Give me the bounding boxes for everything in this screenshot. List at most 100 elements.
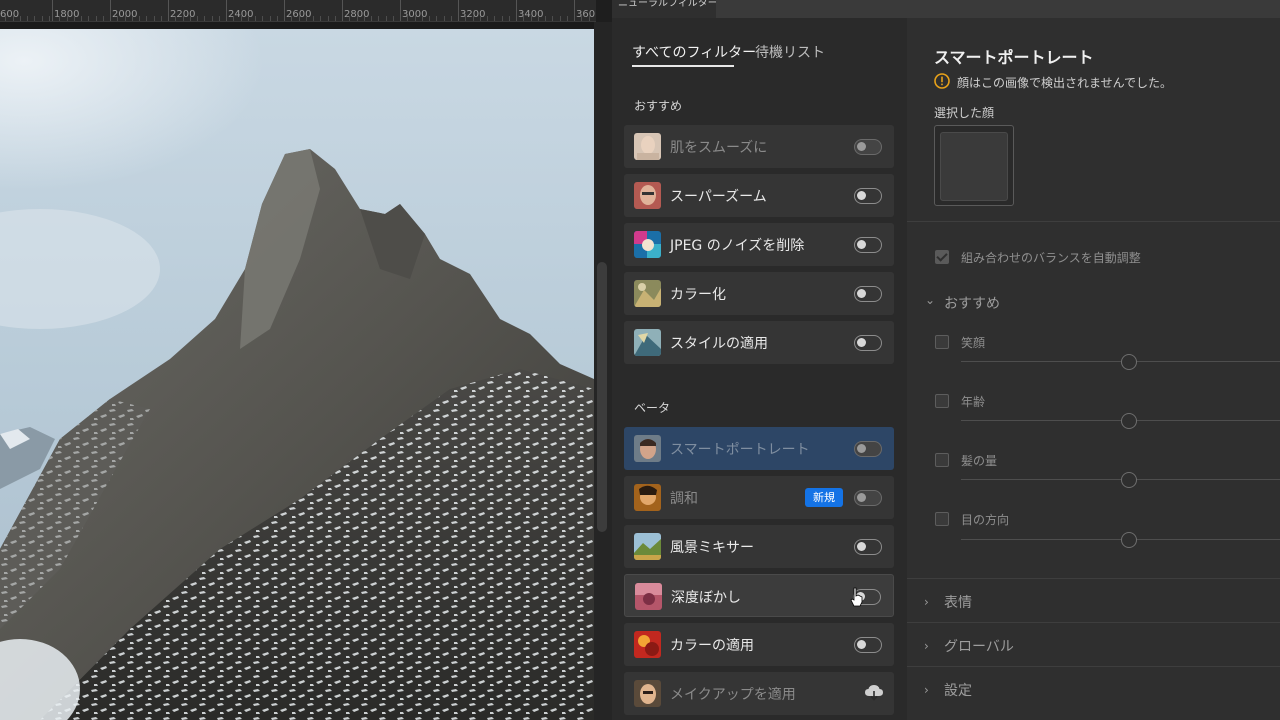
panel-tab-bar: ニューラルフィルター	[612, 0, 1280, 18]
ruler-minor-tick	[530, 16, 532, 21]
ruler-tick	[400, 0, 401, 21]
ruler-minor-tick	[276, 16, 278, 21]
filter-item-depth-blur[interactable]: 深度ぼかし	[624, 574, 894, 617]
filter-item-landscape-mixer[interactable]: 風景ミキサー	[624, 525, 894, 568]
ruler-minor-tick	[349, 16, 351, 21]
skin-smoothing-toggle[interactable]	[854, 139, 882, 155]
ruler-minor-tick	[19, 16, 21, 21]
ruler-minor-tick	[291, 16, 293, 21]
ruler-minor-tick	[66, 16, 68, 21]
filter-item-makeup-transfer[interactable]: メイクアップを適用	[624, 672, 894, 715]
age-slider-knob[interactable]	[1121, 413, 1137, 429]
section-settings[interactable]: › 設定	[907, 666, 1280, 709]
ruler-minor-tick	[487, 16, 488, 21]
selected-face-label: 選択した顔	[934, 106, 995, 120]
tab-all-filters[interactable]: すべてのフィルター	[632, 42, 756, 62]
ruler-minor-tick	[545, 16, 546, 21]
ruler-minor-tick	[334, 16, 336, 21]
face-slot	[940, 132, 1008, 201]
filter-item-skin-smoothing[interactable]: 肌をスムーズに	[624, 125, 894, 168]
scrollbar-thumb[interactable]	[597, 262, 607, 532]
ruler-minor-tick	[5, 16, 7, 21]
ruler-minor-tick	[269, 16, 271, 21]
chevron-down-icon[interactable]: ⌄	[925, 293, 935, 307]
ruler-tick-label: 360	[576, 9, 596, 20]
filter-item-super-zoom[interactable]: スーパーズーム	[624, 174, 894, 217]
eye-direction-checkbox[interactable]	[935, 512, 949, 526]
ruler-minor-tick	[371, 16, 372, 21]
settings-title: スマートポートレート	[934, 48, 1094, 67]
filter-item-harmonization[interactable]: 調和 新規	[624, 476, 894, 519]
skin-smoothing-thumbnail	[634, 133, 661, 160]
ruler-minor-tick	[313, 16, 314, 21]
section-global[interactable]: › グローバル	[907, 622, 1280, 665]
ruler-minor-tick	[356, 16, 358, 21]
horizontal-ruler[interactable]: 600 1800 2000 2200 2400 2600 2800 3000 3200 3400 3…	[0, 0, 596, 22]
filter-label: 深度ぼかし	[671, 590, 741, 606]
section-title: 表情	[944, 595, 972, 611]
smart-portrait-thumbnail	[634, 435, 661, 462]
ruler-minor-tick	[153, 16, 155, 21]
style-transfer-toggle[interactable]	[854, 335, 882, 351]
colorize-toggle[interactable]	[854, 286, 882, 302]
selected-face-box[interactable]	[934, 125, 1014, 206]
ruler-minor-tick	[443, 16, 445, 21]
ruler-minor-tick	[494, 16, 496, 21]
ruler-minor-tick	[407, 16, 409, 21]
ruler-minor-tick	[559, 16, 561, 21]
smile-slider-knob[interactable]	[1121, 354, 1137, 370]
age-label: 年齢	[961, 395, 986, 409]
ruler-minor-tick	[34, 16, 36, 21]
document-canvas[interactable]	[0, 29, 594, 720]
filter-item-style-transfer[interactable]: スタイルの適用	[624, 321, 894, 364]
filter-item-smart-portrait[interactable]: スマートポートレート	[624, 427, 894, 470]
jpeg-noise-toggle[interactable]	[854, 237, 882, 253]
section-expression[interactable]: › 表情	[907, 578, 1280, 621]
super-zoom-toggle[interactable]	[854, 188, 882, 204]
smile-checkbox[interactable]	[935, 335, 949, 349]
ruler-minor-tick	[255, 16, 256, 21]
tab-waitlist[interactable]: 待機リスト	[755, 42, 825, 62]
cloud-download-icon[interactable]	[864, 684, 884, 702]
ruler-tick	[574, 0, 575, 21]
ruler-minor-tick	[552, 16, 554, 21]
filter-item-jpeg-artifact-removal[interactable]: JPEG のノイズを削除	[624, 223, 894, 266]
filter-item-colorize[interactable]: カラー化	[624, 272, 894, 315]
neural-filters-panel: ニューラルフィルター すべてのフィルター 待機リスト おすすめ 肌をスムーズに …	[612, 0, 1280, 720]
style-transfer-thumbnail	[634, 329, 661, 356]
chevron-right-icon: ›	[924, 639, 929, 653]
color-transfer-toggle[interactable]	[854, 637, 882, 653]
auto-balance-checkbox[interactable]	[935, 250, 949, 264]
featured-section-title[interactable]: おすすめ	[944, 293, 1000, 313]
ruler-minor-tick	[41, 16, 43, 21]
ruler-minor-tick	[102, 16, 104, 21]
section-recommended: おすすめ	[634, 99, 683, 113]
ruler-minor-tick	[508, 16, 510, 21]
ruler-minor-tick	[12, 16, 14, 21]
landscape-mixer-toggle[interactable]	[854, 539, 882, 555]
panel-tab[interactable]: ニューラルフィルター	[612, 0, 716, 18]
eye-direction-slider-knob[interactable]	[1121, 532, 1137, 548]
filter-item-color-transfer[interactable]: カラーの適用	[624, 623, 894, 666]
auto-balance-label: 組み合わせのバランスを自動調整	[961, 251, 1141, 265]
ruler-tick	[168, 0, 169, 21]
depth-blur-thumbnail	[635, 583, 662, 610]
canvas-scrollbar[interactable]	[594, 22, 612, 720]
age-checkbox[interactable]	[935, 394, 949, 408]
ruler-minor-tick	[537, 16, 539, 21]
ruler-minor-tick	[146, 16, 148, 21]
filter-label: スーパーズーム	[670, 189, 767, 205]
ruler-minor-tick	[378, 16, 380, 21]
hair-thickness-slider-knob[interactable]	[1121, 472, 1137, 488]
ruler-minor-tick	[48, 16, 50, 21]
smart-portrait-toggle[interactable]	[854, 441, 882, 457]
ruler-tick	[516, 0, 517, 21]
hair-thickness-checkbox[interactable]	[935, 453, 949, 467]
chevron-right-icon: ›	[924, 683, 929, 697]
super-zoom-thumbnail	[634, 182, 661, 209]
ruler-minor-tick	[450, 16, 452, 21]
filter-label: カラーの適用	[670, 638, 754, 654]
ruler-minor-tick	[501, 16, 503, 21]
harmonization-toggle[interactable]	[854, 490, 882, 506]
ruler-minor-tick	[73, 16, 75, 21]
